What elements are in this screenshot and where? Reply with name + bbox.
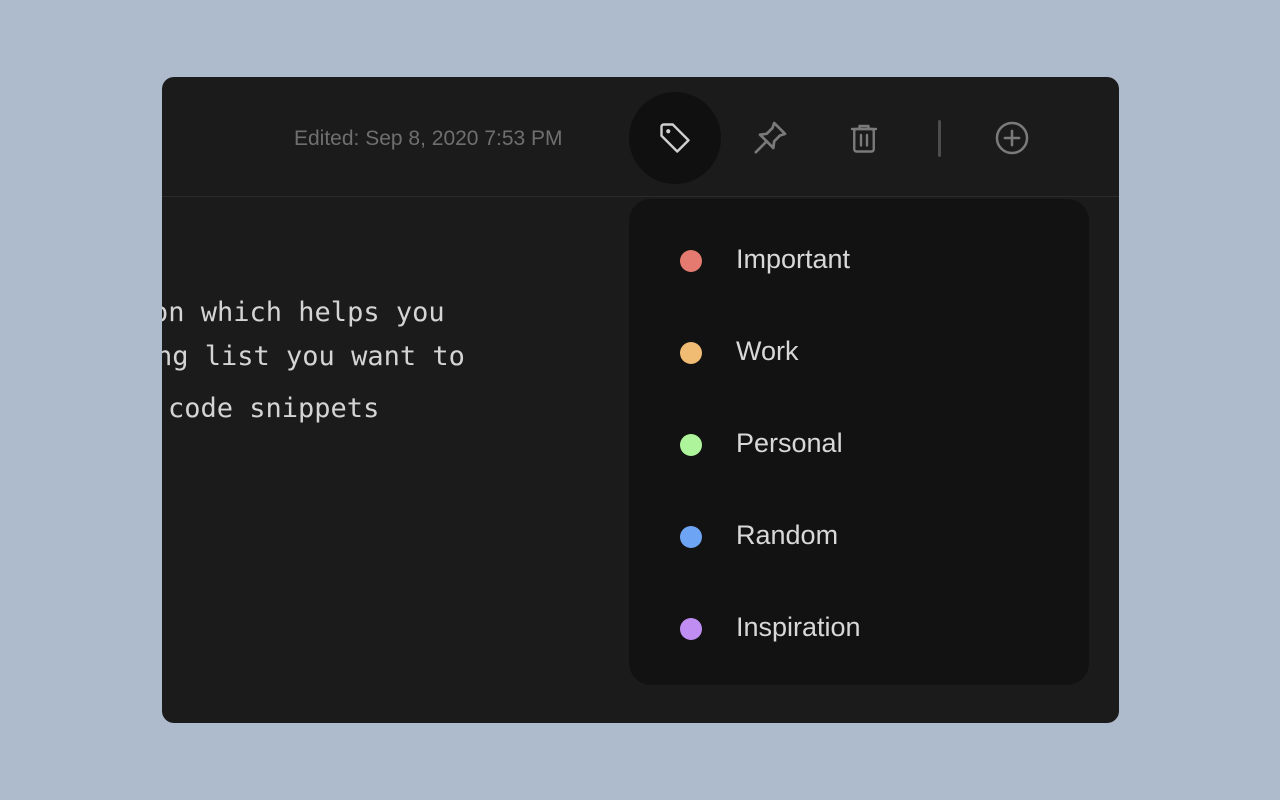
trash-icon [850,124,878,153]
plus-circle-icon [995,121,1029,155]
tag-color-dot [680,250,702,272]
tag-option-personal[interactable]: Personal [629,398,1089,490]
note-line: code snippets [168,393,380,424]
tag-color-dot [680,434,702,456]
tag-label: Personal [736,428,843,458]
tag-color-dot [680,342,702,364]
add-note-button[interactable] [966,92,1058,184]
note-line: on which helps you [162,297,445,328]
note-line: ng list you want to [162,341,465,372]
tag-label: Random [736,520,839,550]
tag-option-random[interactable]: Random [629,490,1089,582]
tag-option-work[interactable]: Work [629,306,1089,398]
tag-label: Important [736,244,851,274]
tag-option-inspiration[interactable]: Inspiration [629,582,1089,674]
pin-icon [754,121,787,154]
tag-color-dot [680,618,702,640]
tag-icon [660,123,690,153]
delete-button[interactable] [818,92,910,184]
note-editor[interactable]: on which helps you ng list you want to c… [162,197,632,723]
toolbar-divider [938,120,941,157]
note-header: Edited: Sep 8, 2020 7:53 PM [162,77,1119,197]
tag-label: Inspiration [736,612,861,642]
edited-timestamp: Edited: Sep 8, 2020 7:53 PM [294,127,563,150]
tag-label: Work [736,336,799,366]
tag-option-important[interactable]: Important [629,214,1089,306]
tag-color-dot [680,526,702,548]
pin-button[interactable] [724,92,816,184]
tag-button[interactable] [629,92,721,184]
tag-dropdown-menu: Important Work Personal Random Inspirati… [629,199,1089,685]
note-window: Edited: Sep 8, 2020 7:53 PM on which hel… [162,77,1119,723]
